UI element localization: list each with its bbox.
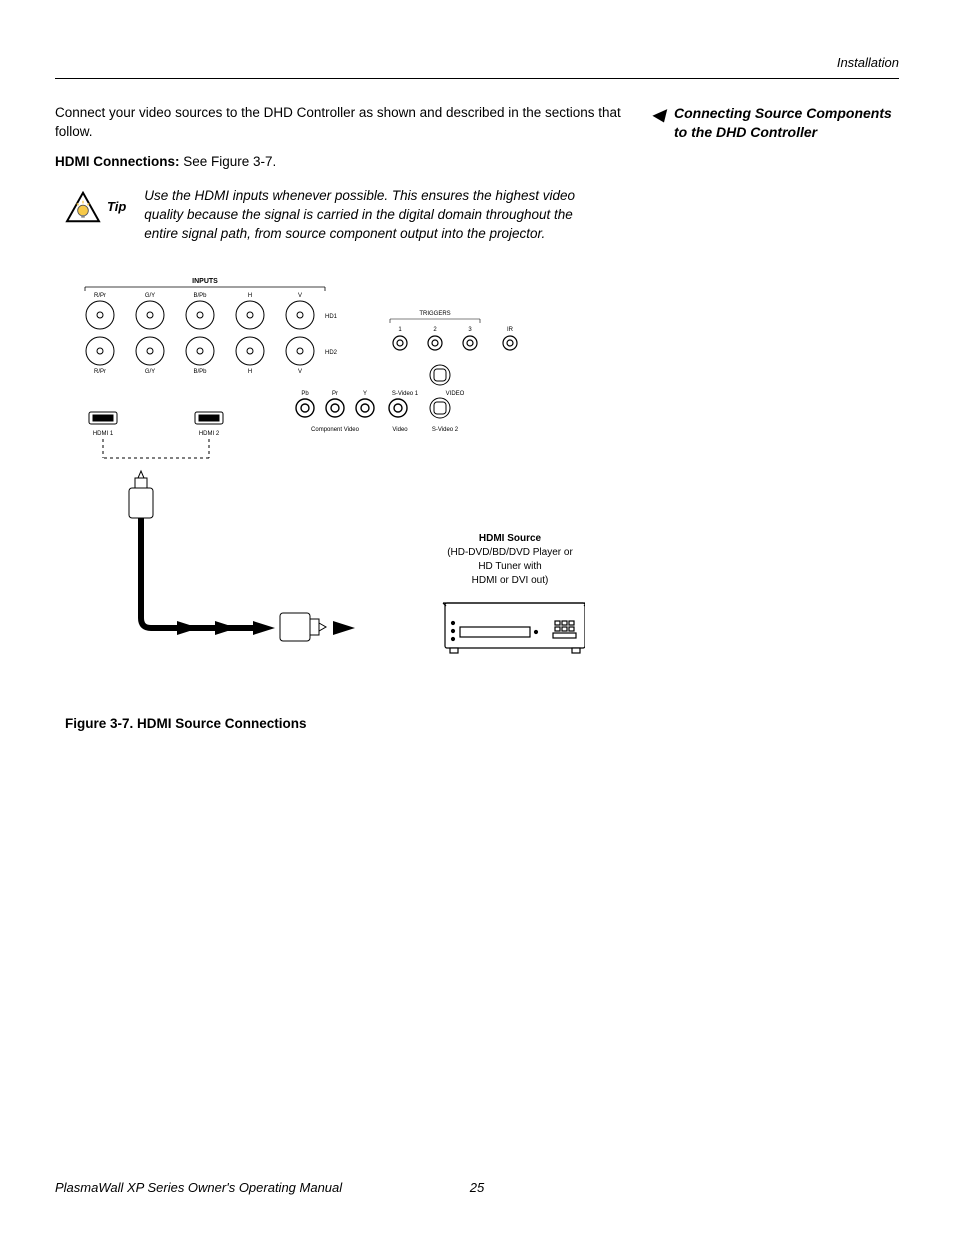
svg-text:HDMI 1: HDMI 1 xyxy=(93,431,114,437)
side-heading-text: Connecting Source Components to the DHD … xyxy=(674,105,892,140)
svg-text:HD2: HD2 xyxy=(325,350,338,356)
svg-text:S-Video 1: S-Video 1 xyxy=(392,391,419,397)
svg-text:G/Y: G/Y xyxy=(145,293,155,299)
svg-text:HDMI Source: HDMI Source xyxy=(479,533,542,544)
hdmi-heading-bold: HDMI Connections: xyxy=(55,154,183,169)
svg-text:3: 3 xyxy=(468,327,472,333)
svg-text:1: 1 xyxy=(398,327,402,333)
svg-text:VIDEO: VIDEO xyxy=(446,391,465,397)
svg-text:B/Pb: B/Pb xyxy=(193,293,207,299)
svg-text:INPUTS: INPUTS xyxy=(192,278,218,285)
svg-text:HDMI or DVI out): HDMI or DVI out) xyxy=(472,575,549,586)
svg-text:Component Video: Component Video xyxy=(311,427,360,433)
svg-text:HD Tuner with: HD Tuner with xyxy=(478,561,541,572)
figure-caption: Figure 3-7. HDMI Source Connections xyxy=(65,716,644,731)
svg-text:Y: Y xyxy=(363,391,367,397)
intro-paragraph: Connect your video sources to the DHD Co… xyxy=(55,104,644,142)
hdmi-connections-heading: HDMI Connections: See Figure 3-7. xyxy=(55,154,644,169)
svg-text:B/Pb: B/Pb xyxy=(193,369,207,375)
svg-text:R/Pr: R/Pr xyxy=(94,293,106,299)
svg-text:Pr: Pr xyxy=(332,391,338,397)
svg-text:H: H xyxy=(248,369,252,375)
svg-text:TRIGGERS: TRIGGERS xyxy=(419,311,450,317)
svg-text:H: H xyxy=(248,293,252,299)
svg-text:(HD-DVD/BD/DVD Player or: (HD-DVD/BD/DVD Player or xyxy=(447,547,573,558)
svg-text:Video: Video xyxy=(392,427,408,433)
footer-page-number: 25 xyxy=(470,1180,484,1195)
svg-text:Pb: Pb xyxy=(301,391,309,397)
side-arrow-icon: ◀ xyxy=(652,105,664,127)
header-rule xyxy=(55,78,899,79)
header-section-label: Installation xyxy=(55,55,899,70)
tip-text: Use the HDMI inputs whenever possible. T… xyxy=(144,187,594,244)
tip-label: Tip xyxy=(107,199,126,214)
svg-text:2: 2 xyxy=(433,327,437,333)
svg-text:HDMI 2: HDMI 2 xyxy=(199,431,220,437)
svg-text:V: V xyxy=(298,369,302,375)
svg-text:V: V xyxy=(298,293,302,299)
hdmi-heading-rest: See Figure 3-7. xyxy=(183,154,276,169)
svg-text:HD1: HD1 xyxy=(325,314,338,320)
hdmi-connection-diagram: INPUTS R/Pr G/Y B/Pb H V xyxy=(65,273,585,703)
tip-icon xyxy=(65,191,101,223)
side-heading: ◀ Connecting Source Components to the DH… xyxy=(674,104,899,142)
svg-text:G/Y: G/Y xyxy=(145,369,155,375)
svg-text:S-Video 2: S-Video 2 xyxy=(432,427,459,433)
svg-text:IR: IR xyxy=(507,327,514,333)
svg-text:R/Pr: R/Pr xyxy=(94,369,106,375)
